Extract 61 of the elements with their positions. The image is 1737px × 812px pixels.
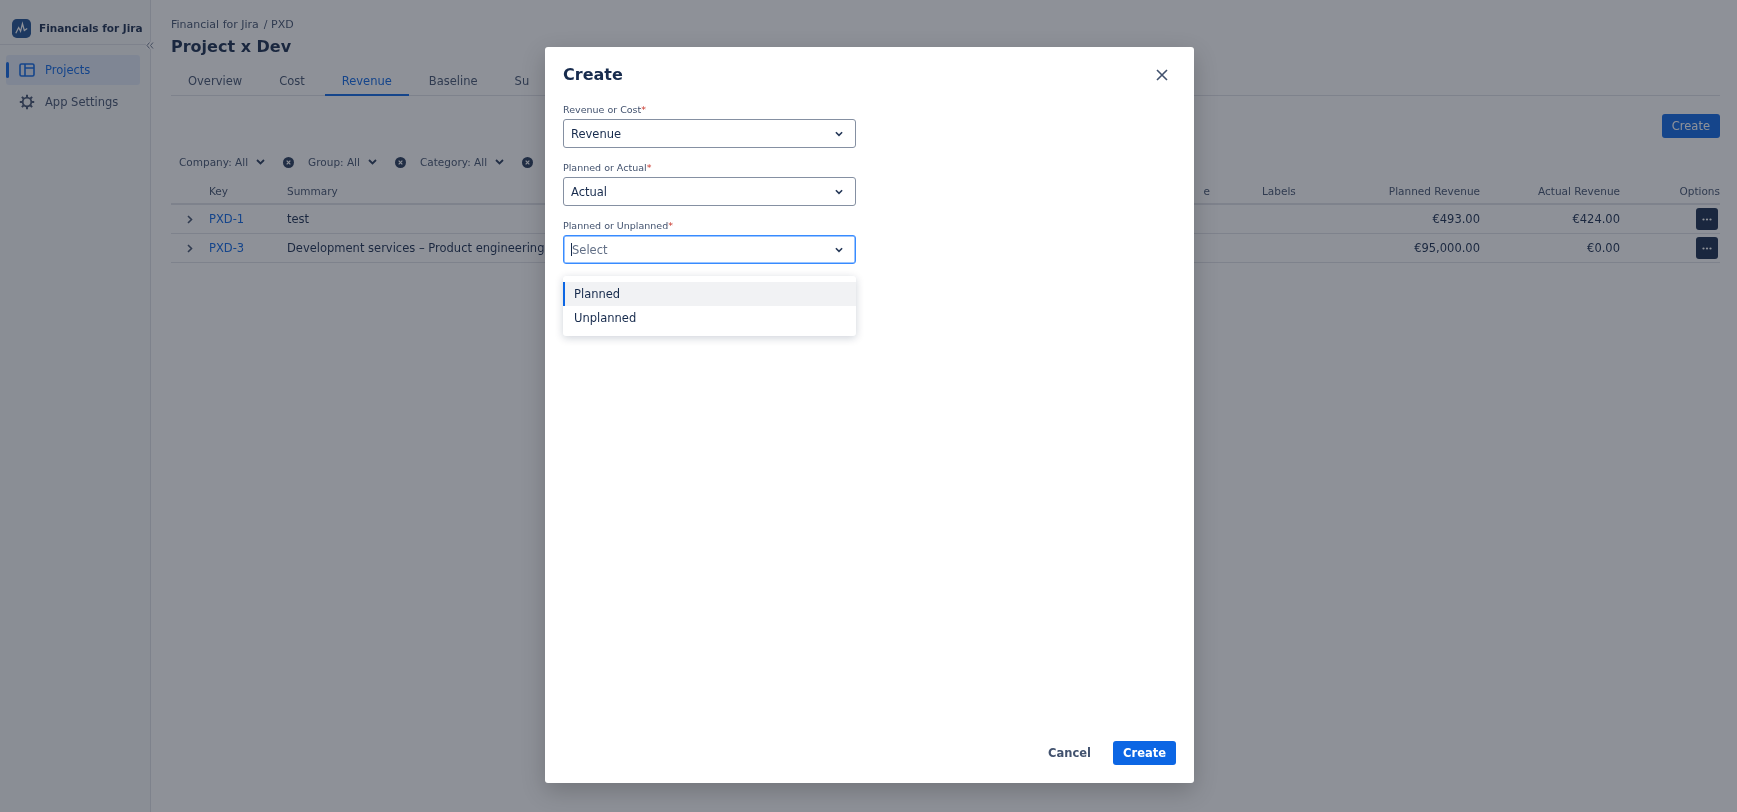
clear-icon[interactable] — [522, 156, 534, 168]
column-header: Summary — [287, 184, 338, 197]
close-icon[interactable] — [1156, 68, 1168, 81]
field-label: Planned or Unplanned* — [563, 220, 674, 231]
filter-dropdown[interactable]: Category: All — [419, 152, 505, 172]
dropdown-option[interactable]: Unplanned — [563, 306, 856, 330]
chevron-down-icon — [835, 188, 843, 195]
chevron-down-icon — [835, 130, 843, 137]
filter-dropdown[interactable]: Company: All — [179, 152, 266, 172]
field-label: Revenue or Cost* — [563, 104, 647, 115]
create-button[interactable]: Create — [1661, 114, 1720, 138]
app-name: Financials for Jira — [39, 22, 143, 34]
more-options-button[interactable] — [1696, 208, 1718, 230]
breadcrumb-item[interactable]: Financial for Jira — [171, 18, 259, 31]
cancel-button[interactable]: Cancel — [1038, 741, 1102, 765]
select-field[interactable]: Actual — [563, 177, 856, 206]
tab[interactable]: Cost — [262, 74, 322, 96]
dropdown-option[interactable]: Planned — [563, 282, 856, 306]
column-header: Labels — [1262, 184, 1296, 197]
tab[interactable]: Su — [497, 74, 547, 96]
table-cell: €95,000.00 — [1414, 241, 1480, 255]
chevron-down-icon — [256, 159, 266, 165]
collapse-icon[interactable] — [146, 42, 154, 49]
breadcrumb-item[interactable]: / PXD — [263, 18, 294, 31]
clear-icon[interactable] — [283, 156, 295, 168]
column-header: Actual Revenue — [1538, 184, 1620, 197]
table-cell: €424.00 — [1572, 212, 1620, 226]
dots-icon — [1702, 217, 1712, 221]
chevron-right-icon[interactable] — [187, 243, 193, 253]
column-header: Planned Revenue — [1388, 184, 1480, 197]
table-cell: Development services – Product engineering — [287, 241, 545, 255]
column-header: Options — [1679, 184, 1720, 197]
page-title: Project x Dev — [171, 37, 293, 56]
sidebar-item[interactable]: Projects — [6, 55, 140, 85]
dots-icon — [1702, 246, 1712, 250]
dialog-title: Create — [563, 65, 623, 84]
tab[interactable]: Revenue — [324, 74, 409, 96]
chevron-right-icon[interactable] — [187, 214, 193, 224]
chevron-down-icon — [495, 159, 505, 165]
tab[interactable]: Overview — [171, 74, 260, 96]
settings-icon — [19, 94, 35, 110]
sidebar-item[interactable]: App Settings — [6, 87, 140, 117]
issue-key-link[interactable]: PXD-3 — [209, 241, 245, 255]
tab[interactable]: Baseline — [411, 74, 495, 96]
create-button[interactable]: Create — [1113, 741, 1176, 765]
clear-icon[interactable] — [394, 156, 406, 168]
table-cell: test — [287, 212, 310, 226]
chart-logo-icon — [12, 18, 31, 38]
column-header: Key — [209, 184, 229, 197]
more-options-button[interactable] — [1696, 237, 1718, 259]
select-field[interactable]: Select — [563, 235, 856, 264]
column-header: e — [1203, 184, 1210, 197]
table-cell: €493.00 — [1432, 212, 1480, 226]
field-label: Planned or Actual* — [563, 162, 653, 173]
issue-key-link[interactable]: PXD-1 — [209, 212, 245, 226]
table-cell: €0.00 — [1587, 241, 1620, 255]
chevron-down-icon — [835, 246, 843, 253]
select-field[interactable]: Revenue — [563, 119, 856, 148]
chevron-down-icon — [367, 159, 377, 165]
board-icon — [19, 63, 35, 77]
filter-dropdown[interactable]: Group: All — [308, 152, 377, 172]
